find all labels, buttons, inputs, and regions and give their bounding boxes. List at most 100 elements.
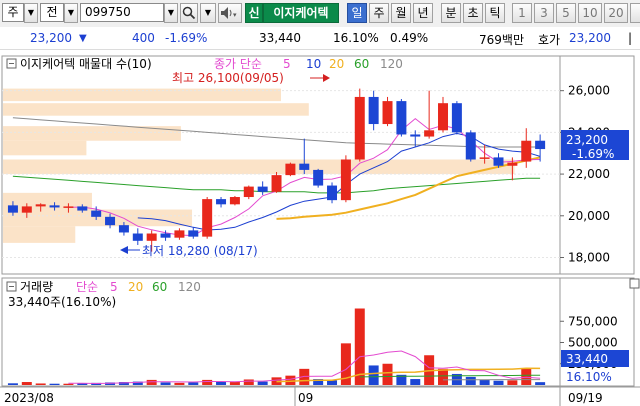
period-minute-button[interactable]: 분 xyxy=(441,3,461,23)
volume-legend-label: 거래량 xyxy=(20,280,53,294)
ma60-legend: 60 xyxy=(354,57,369,71)
interval-5-button[interactable]: 5 xyxy=(556,3,576,23)
x-axis-label-current: 09/19 xyxy=(568,391,603,405)
stock-name-button[interactable]: 이지케어텍 xyxy=(263,3,339,23)
candle-down xyxy=(216,199,227,205)
toolbar: 주 ▼ 전 ▼ 099750 ▼ ▼ ▾ 신 이지케어텍 일 주 월 년 분 초… xyxy=(0,0,640,28)
interval-more-button[interactable] xyxy=(630,3,640,23)
price-tick-label: 18,000 xyxy=(568,250,610,264)
price-tick-label: 26,000 xyxy=(568,84,610,98)
volume-bar-up xyxy=(202,379,213,385)
volume-tick-label: 500,000 xyxy=(568,336,618,350)
candle-up xyxy=(354,96,365,160)
ask-price: 23,200 xyxy=(569,31,611,45)
svg-text:▾: ▾ xyxy=(233,11,237,19)
price-tick-label: 22,000 xyxy=(568,167,610,181)
volume-bar-down xyxy=(327,380,338,385)
candle-up xyxy=(285,163,296,176)
interval-10-label: 10 xyxy=(582,6,598,20)
turnover-rate: 0.49% xyxy=(390,31,429,45)
candle-down xyxy=(368,96,379,125)
period-minute-label: 분 xyxy=(445,6,457,20)
stock-code-dropdown-icon[interactable]: ▼ xyxy=(164,3,178,23)
candle-up xyxy=(438,103,449,131)
stock-code-input[interactable]: 099750 xyxy=(80,3,164,22)
candle-up xyxy=(382,101,393,125)
code-type-select[interactable]: 전 xyxy=(40,3,64,22)
ma120-legend: 120 xyxy=(380,57,403,71)
period-day-button[interactable]: 일 xyxy=(347,3,367,23)
code-type-dropdown-icon[interactable]: ▼ xyxy=(64,3,78,23)
ma-legend-prefix: 종가 단순 xyxy=(214,57,262,71)
speaker-icon[interactable]: ▾ xyxy=(218,3,242,23)
interval-3-button[interactable]: 3 xyxy=(534,3,554,23)
candle-up xyxy=(340,159,351,201)
period-second-button[interactable]: 초 xyxy=(463,3,483,23)
high-annotation: 최고 26,100(09/05) xyxy=(172,71,284,85)
stock-name-label: 이지케어텍 xyxy=(273,6,329,20)
volume-bar-down xyxy=(188,382,199,385)
price-tick-label: 20,000 xyxy=(568,209,610,223)
last-volume-label: 33,440주(16.10%) xyxy=(8,295,116,309)
interval-5-label: 5 xyxy=(562,6,570,20)
volume-bar-up xyxy=(63,383,74,385)
period-year-button[interactable]: 년 xyxy=(413,3,433,23)
stock-chart[interactable]: 26,00024,00022,00020,00018,000 750,00050… xyxy=(0,50,640,406)
candle-down xyxy=(105,216,116,226)
candle-down xyxy=(118,225,129,233)
volume-bar-up xyxy=(229,382,240,385)
interval-3-label: 3 xyxy=(540,6,548,20)
axis-expand-icon[interactable] xyxy=(629,278,640,289)
volume-bar-down xyxy=(160,382,171,385)
volume-bar-down xyxy=(49,383,60,385)
period-year-label: 년 xyxy=(417,6,429,20)
ma20-legend: 20 xyxy=(329,57,344,71)
volume-bar-up xyxy=(285,375,296,385)
candle-up xyxy=(479,157,490,159)
period-week-label: 주 xyxy=(373,6,385,20)
volume-bar-up xyxy=(243,379,254,385)
new-signal-button[interactable]: 신 xyxy=(245,3,263,23)
candle-up xyxy=(146,233,157,241)
volume-profile-bar xyxy=(3,226,76,243)
volume-bar-down xyxy=(216,381,227,385)
candle-up xyxy=(271,175,282,192)
volume-ma5-legend: 5 xyxy=(110,280,118,294)
price-change-pct: -1.69% xyxy=(165,31,208,45)
volume-bar-down xyxy=(493,380,504,385)
candle-up xyxy=(243,186,254,198)
interval-10-button[interactable]: 10 xyxy=(578,3,602,23)
period-week-button[interactable]: 주 xyxy=(369,3,389,23)
period-month-button[interactable]: 월 xyxy=(391,3,411,23)
candle-down xyxy=(160,233,171,238)
interval-20-button[interactable]: 20 xyxy=(604,3,628,23)
candle-down xyxy=(91,210,102,217)
x-axis-label-sep: 09 xyxy=(298,391,313,405)
history-dropdown-icon[interactable]: ▼ xyxy=(200,3,216,23)
volume-bar-up xyxy=(35,383,46,385)
market-select[interactable]: 주 xyxy=(2,3,24,22)
candle-down xyxy=(49,205,60,208)
ma10-legend: 10 xyxy=(306,57,321,71)
volume-ma120-legend: 120 xyxy=(178,280,201,294)
period-tick-button[interactable]: 틱 xyxy=(485,3,505,23)
quote-bar: 23,200 ▼ 400 -1.69% 33,440 16.10% 0.49% … xyxy=(0,27,640,50)
candle-down xyxy=(327,185,338,201)
interval-1-button[interactable]: 1 xyxy=(512,3,532,23)
current-price: 23,200 xyxy=(30,31,72,45)
volume-bar-down xyxy=(535,382,546,385)
current-price-tag-change: -1.69% xyxy=(572,147,614,161)
candle-down xyxy=(7,205,18,213)
candle-up xyxy=(507,162,518,166)
current-volume-ratio: 16.10% xyxy=(566,370,612,384)
volume-bar-down xyxy=(410,379,421,385)
period-second-label: 초 xyxy=(467,6,479,20)
interval-20-label: 20 xyxy=(608,6,624,20)
low-annotation: 최저 18,280 (08/17) xyxy=(142,244,258,258)
quote-more-indicator: | xyxy=(628,31,633,45)
search-icon[interactable] xyxy=(180,3,198,23)
volume-bar-up xyxy=(507,380,518,385)
candle-down xyxy=(132,233,143,241)
market-dropdown-icon[interactable]: ▼ xyxy=(24,3,38,23)
volume-tick-label: 750,000 xyxy=(568,314,618,328)
